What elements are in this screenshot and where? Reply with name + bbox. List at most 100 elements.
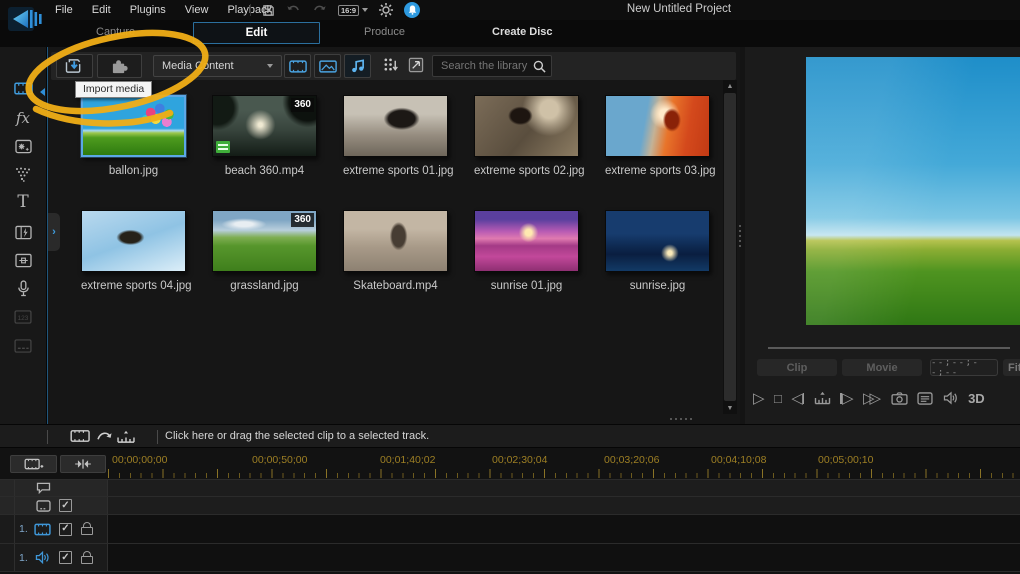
tab-create-disc[interactable]: Create Disc [492, 26, 553, 38]
thumbnail-skateboard[interactable] [343, 210, 448, 272]
track-enable-checkbox[interactable]: ✓ [59, 499, 72, 512]
library-item[interactable]: extreme sports 02.jpg [474, 95, 579, 177]
subtitle-frame-icon[interactable] [36, 500, 51, 512]
library-item[interactable]: 360 grassland.jpg [212, 210, 317, 292]
library-item[interactable]: Skateboard.mp4 [343, 210, 448, 292]
thumbnail-extreme-sports-02[interactable] [474, 95, 579, 157]
thumbnail-grassland[interactable]: 360 [212, 210, 317, 272]
fast-forward-button[interactable]: ▷▷ [863, 391, 881, 406]
quick-actions: 16:9 [250, 0, 420, 20]
divider [157, 430, 158, 444]
collapse-panel-handle[interactable]: › [48, 213, 60, 251]
track-lock-icon[interactable] [81, 522, 93, 536]
menu-view[interactable]: View [185, 4, 209, 16]
filter-music-button[interactable] [344, 54, 371, 78]
library-search-box[interactable] [432, 55, 552, 77]
thumbnail-sunrise-01[interactable] [474, 210, 579, 272]
insert-clip-hint[interactable]: Click here or drag the selected clip to … [165, 430, 429, 442]
sidebar-item-effect-room[interactable]: fx [0, 105, 46, 131]
seek-button[interactable] [814, 391, 831, 405]
sidebar-item-voiceover-room[interactable] [0, 275, 46, 301]
menu-file[interactable]: File [55, 4, 73, 16]
tab-produce[interactable]: Produce [364, 26, 405, 38]
sidebar-item-title-room[interactable]: T [0, 189, 46, 215]
snapshot-button[interactable] [891, 392, 908, 405]
library-item[interactable]: sunrise.jpg [605, 210, 710, 292]
library-item[interactable]: extreme sports 03.jpg [605, 95, 710, 177]
preview-seek-bar[interactable] [768, 347, 1010, 349]
thumbnail-extreme-sports-03[interactable] [605, 95, 710, 157]
main-workspace: fx T 123 › [0, 47, 1020, 424]
library-item[interactable]: extreme sports 01.jpg [343, 95, 448, 177]
sidebar-item-chapter-room[interactable]: 123 [0, 304, 46, 330]
menu-edit[interactable]: Edit [92, 4, 111, 16]
stop-button[interactable]: □ [774, 392, 782, 405]
add-to-timeline-icon[interactable] [70, 428, 136, 444]
tab-capture[interactable]: Capture [96, 26, 135, 38]
sidebar-item-audio-mixing-room[interactable] [0, 247, 46, 273]
settings-gear-icon[interactable] [379, 3, 393, 17]
sidebar-item-transition-room[interactable] [0, 219, 46, 245]
plugins-button[interactable] [97, 54, 142, 78]
save-icon[interactable] [262, 4, 275, 17]
movie-mode-button[interactable]: Movie [842, 359, 922, 376]
library-scrollbar[interactable]: ▲ ▼ [723, 80, 737, 414]
fit-zoom-button[interactable]: Fit [1003, 359, 1020, 376]
resize-thumbnails-icon[interactable] [408, 57, 424, 73]
marker-track[interactable] [0, 479, 1020, 496]
previous-frame-button[interactable]: ◁ [791, 391, 804, 406]
library-item[interactable]: 360 beach 360.mp4 [212, 95, 317, 177]
import-media-button[interactable] [56, 54, 93, 78]
thumbnail-sunrise[interactable] [605, 210, 710, 272]
timeline-ruler[interactable] [108, 448, 1020, 479]
track-manager-button[interactable] [10, 455, 57, 473]
library-item[interactable]: extreme sports 04.jpg [81, 210, 186, 292]
track-enable-checkbox[interactable]: ✓ [59, 523, 72, 536]
3d-toggle-button[interactable]: 3D [968, 391, 985, 406]
library-menu-icon[interactable] [383, 57, 399, 73]
sidebar-item-particle-room[interactable] [0, 161, 46, 187]
tab-edit[interactable]: Edit [193, 22, 320, 44]
thumbnail-extreme-sports-04[interactable] [81, 210, 186, 272]
clip-mode-button[interactable]: Clip [757, 359, 837, 376]
vertical-splitter-handle[interactable] [737, 225, 743, 247]
volume-button[interactable] [943, 391, 959, 405]
subtitle-track[interactable]: ✓ [0, 496, 1020, 514]
video-track-1[interactable]: 1. ✓ [0, 514, 1020, 543]
audio-track-header: 1. ✓ [0, 544, 108, 571]
track-enable-checkbox[interactable]: ✓ [59, 551, 72, 564]
scroll-down-icon[interactable]: ▼ [723, 402, 737, 414]
sidebar-item-subtitle-room[interactable] [0, 333, 46, 359]
undo-icon[interactable] [286, 4, 301, 16]
ruler-timestamp: 00;05;00;10 [818, 454, 873, 466]
comment-bubble-icon[interactable] [36, 482, 51, 494]
notification-bell-button[interactable] [404, 2, 420, 18]
play-button[interactable]: ▷ [753, 391, 765, 406]
filter-photo-button[interactable] [314, 54, 341, 78]
filter-video-button[interactable] [284, 54, 311, 78]
redo-icon[interactable] [312, 4, 327, 16]
library-content-dropdown[interactable]: Media Content [153, 55, 282, 77]
panel-resize-handle[interactable] [664, 418, 698, 423]
menu-plugins[interactable]: Plugins [130, 4, 166, 16]
aspect-ratio-selector[interactable]: 16:9 [338, 5, 368, 16]
thumbnail-ballon[interactable] [81, 95, 186, 157]
thumbnail-extreme-sports-01[interactable] [343, 95, 448, 157]
search-input[interactable] [433, 60, 533, 72]
play-icon: ▷ [753, 391, 765, 406]
library-item[interactable]: sunrise 01.jpg [474, 210, 579, 292]
chevron-right-icon: › [52, 226, 56, 238]
scroll-up-icon[interactable]: ▲ [723, 80, 737, 92]
search-icon[interactable] [533, 60, 546, 73]
track-lock-icon[interactable] [81, 551, 93, 565]
audio-track-1[interactable]: 1. ✓ [0, 543, 1020, 572]
range-select-button[interactable] [60, 455, 106, 473]
preview-quality-button[interactable] [917, 392, 933, 405]
timecode-display[interactable]: --;--;--;-- [930, 359, 998, 376]
next-frame-button[interactable]: ▷ [840, 391, 853, 406]
sidebar-item-pip-objects-room[interactable] [0, 133, 46, 159]
library-item[interactable]: ballon.jpg [81, 95, 186, 177]
scrollbar-thumb[interactable] [724, 93, 736, 401]
aspect-ratio-value: 16:9 [338, 5, 359, 16]
thumbnail-beach-360[interactable]: 360 [212, 95, 317, 157]
